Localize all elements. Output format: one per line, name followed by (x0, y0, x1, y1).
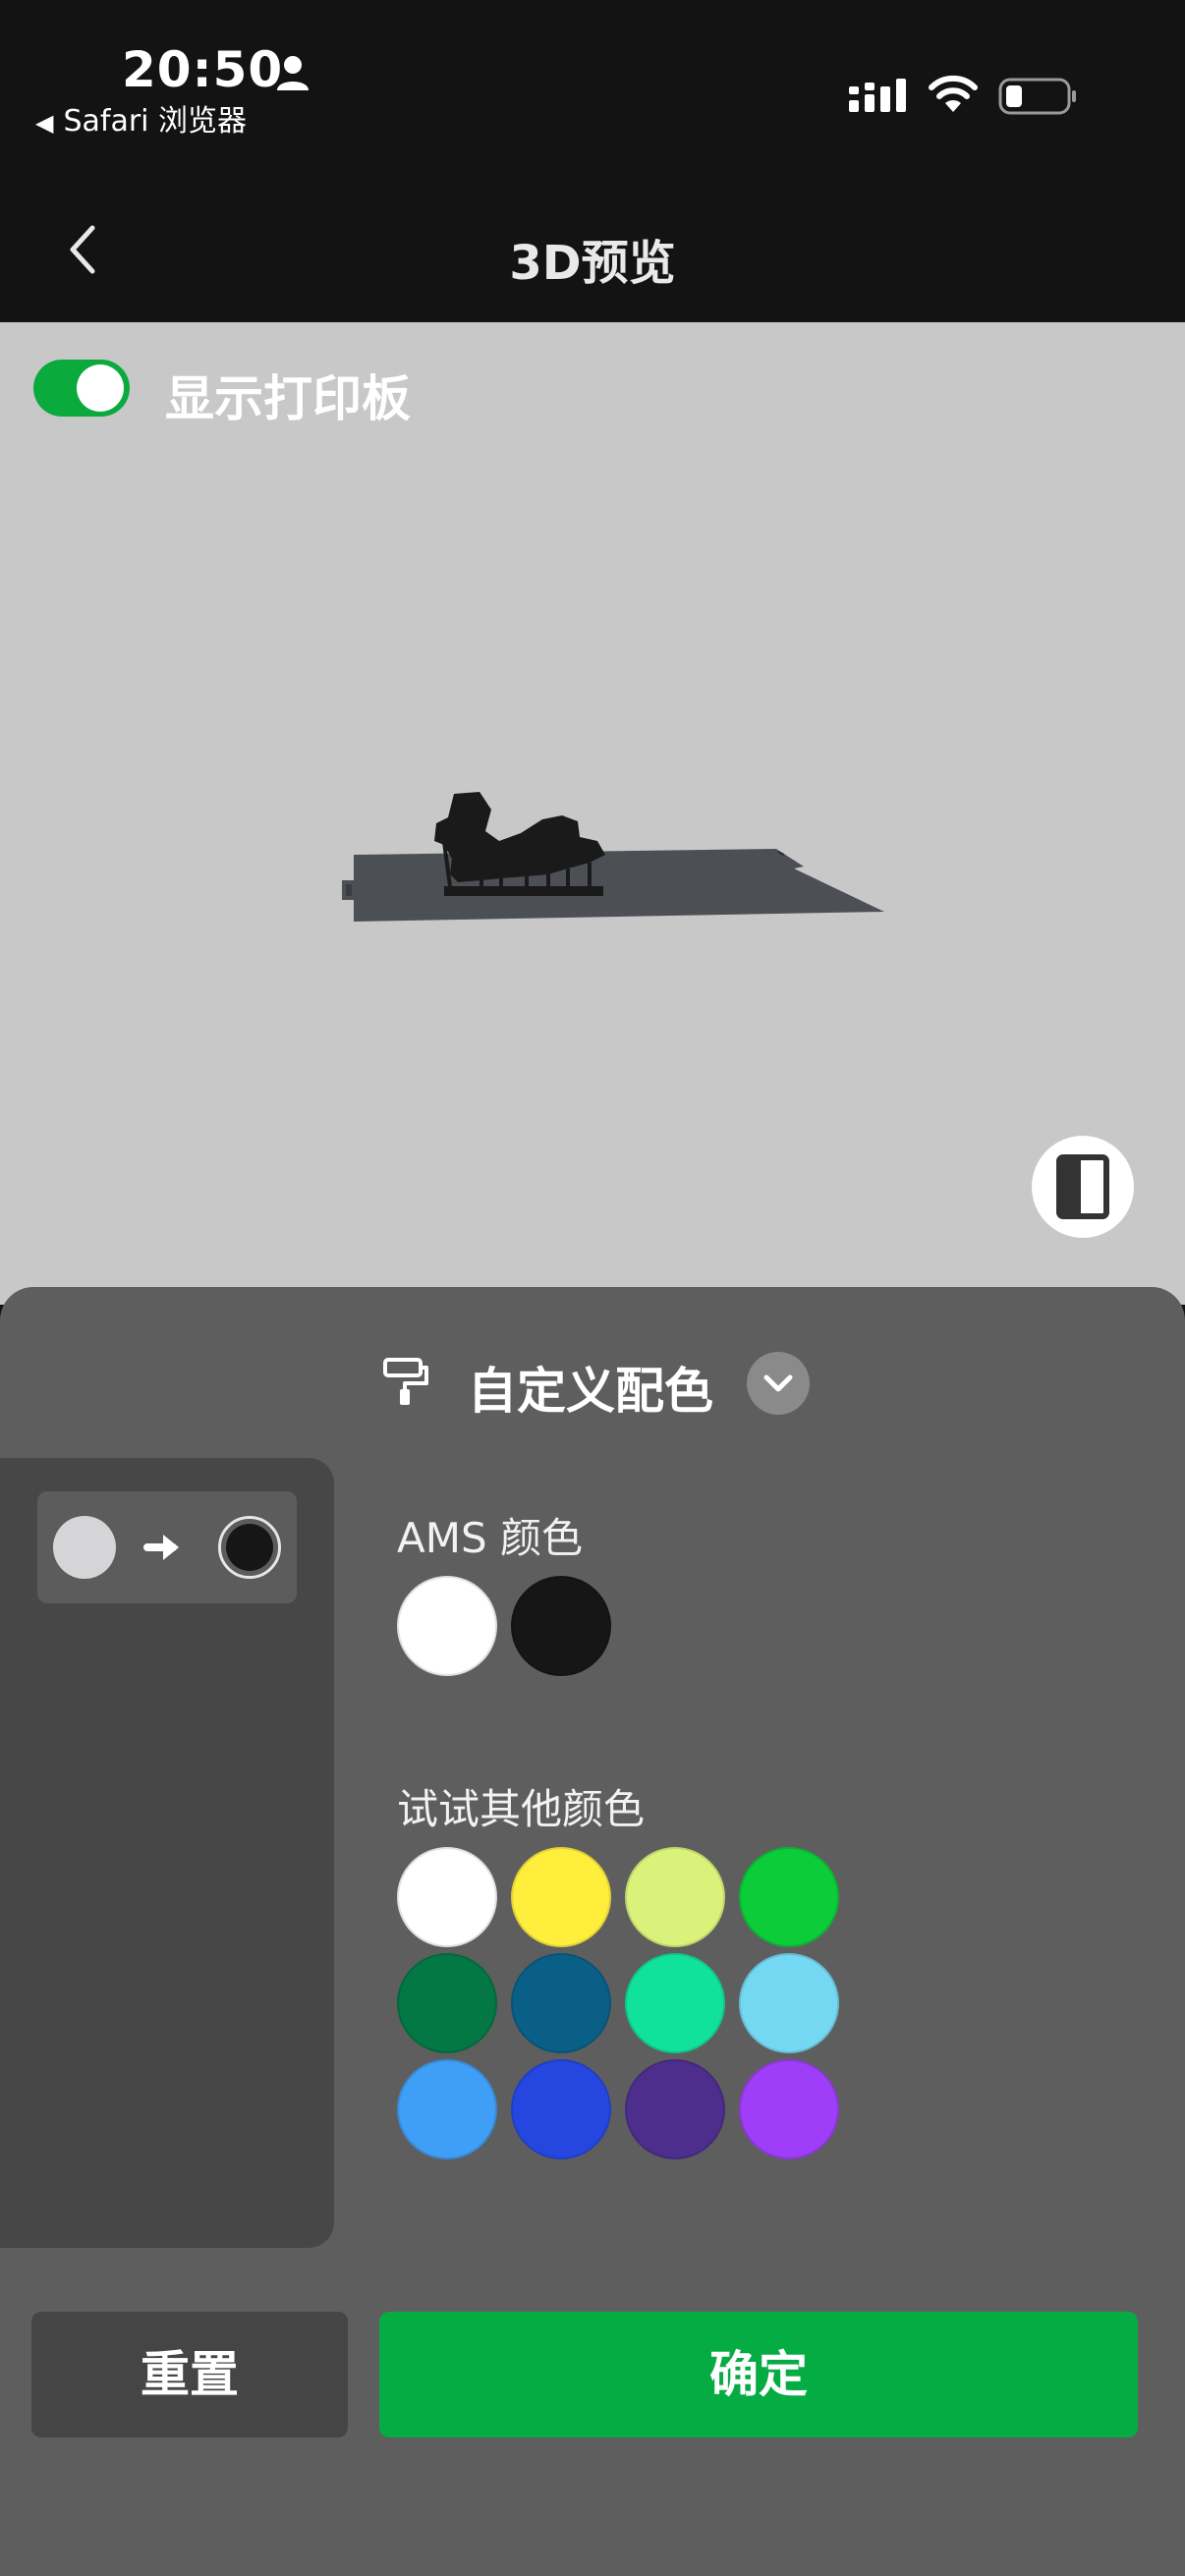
other-color-swatch[interactable] (625, 1953, 725, 2053)
sheet-header: 自定义配色 (0, 1342, 1185, 1421)
target-color-swatch (218, 1516, 281, 1579)
other-color-swatch[interactable] (739, 2059, 839, 2159)
other-color-swatch[interactable] (511, 1953, 611, 2053)
color-mapping-panel (0, 1458, 334, 2248)
other-color-swatch[interactable] (511, 1847, 611, 1947)
3d-viewport[interactable]: 显示打印板 (0, 322, 1185, 1305)
arrow-right-icon (143, 1535, 179, 1560)
other-color-swatch[interactable] (397, 1953, 497, 2053)
other-color-swatch[interactable] (739, 1847, 839, 1947)
show-plate-label: 显示打印板 (165, 370, 411, 427)
battery-icon (998, 78, 1076, 115)
cellular-signal-icon (849, 79, 906, 112)
color-mode-dropdown[interactable] (747, 1352, 810, 1415)
other-color-swatch[interactable] (739, 1953, 839, 2053)
status-time: 20:50 (122, 41, 284, 98)
confirm-button[interactable]: 确定 (379, 2312, 1138, 2437)
toggle-knob (77, 364, 124, 412)
ams-color-swatch[interactable] (511, 1576, 611, 1676)
source-color-swatch (53, 1516, 116, 1579)
navigation-bar: 3D预览 (0, 147, 1185, 322)
chevron-down-icon (763, 1374, 793, 1392)
split-view-button[interactable] (1032, 1136, 1134, 1238)
paint-roller-icon (383, 1358, 428, 1405)
page-title: 3D预览 (509, 236, 676, 291)
other-color-swatch[interactable] (511, 2059, 611, 2159)
back-app-label: Safari 浏览器 (63, 104, 248, 139)
build-plate (342, 849, 884, 922)
other-color-swatch[interactable] (625, 1847, 725, 1947)
show-plate-toggle[interactable] (33, 360, 130, 417)
color-mapping-item[interactable] (37, 1491, 297, 1603)
other-color-swatch[interactable] (625, 2059, 725, 2159)
other-color-swatch[interactable] (397, 2059, 497, 2159)
ams-colors-label: AMS 颜色 (397, 1514, 583, 1562)
color-bottom-sheet: 自定义配色 AMS 颜色 试试其他颜色 重置 确定 (0, 1287, 1185, 2576)
ams-color-swatch[interactable] (397, 1576, 497, 1676)
status-bar: 20:50 ◀ Safari 浏览器 (0, 0, 1185, 147)
reset-button[interactable]: 重置 (31, 2312, 348, 2437)
other-color-swatch[interactable] (397, 1847, 497, 1947)
sheet-title: 自定义配色 (468, 1363, 713, 1420)
other-colors-label: 试试其他颜色 (397, 1785, 646, 1833)
back-triangle-icon: ◀ (35, 109, 54, 137)
back-to-app-link[interactable]: ◀ Safari 浏览器 (35, 96, 247, 140)
color-picker-area: AMS 颜色 试试其他颜色 (334, 1458, 1185, 2248)
split-view-icon (1056, 1154, 1109, 1219)
wifi-icon (929, 75, 978, 112)
build-plate-with-model[interactable] (334, 784, 894, 961)
person-icon (277, 56, 309, 90)
